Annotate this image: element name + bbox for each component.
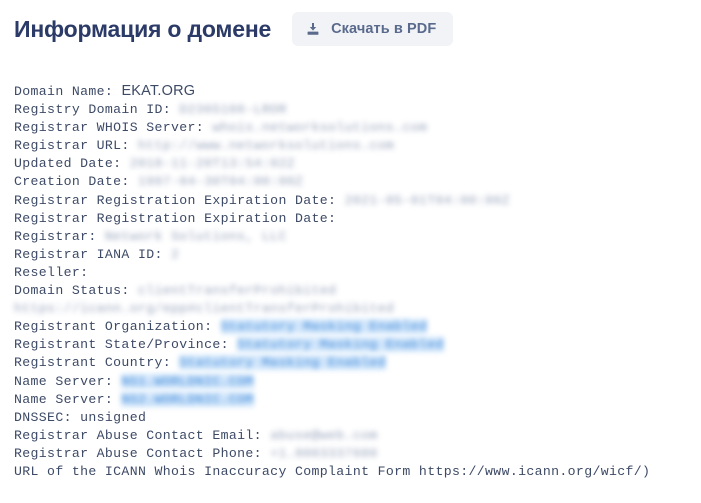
whois-line-value: 1997-04-30T04:00:00Z	[137, 174, 304, 190]
whois-line-label: Domain Name:	[14, 84, 114, 99]
whois-line: Registrar Registration Expiration Date: …	[14, 192, 690, 210]
whois-line-label: Updated Date:	[14, 156, 122, 172]
whois-line-label: Registrant Organization:	[14, 319, 213, 335]
whois-line: Registrar: Network Solutions, LLC	[14, 228, 690, 246]
whois-line-label: Registry Domain ID:	[14, 102, 172, 118]
whois-line: Registrar WHOIS Server: whois.networksol…	[14, 119, 690, 137]
whois-line-label: Name Server:	[14, 391, 114, 407]
whois-line-value: 2018-11-20T13:54:02Z	[129, 156, 295, 172]
whois-line: URL of the ICANN Whois Inaccuracy Compla…	[14, 463, 690, 481]
whois-line-label: Registrar Abuse Contact Phone:	[14, 445, 262, 461]
whois-line-label: Registrar Abuse Contact Email:	[14, 427, 262, 443]
whois-line-value[interactable]: NS2.WORLDNIC.COM	[121, 391, 254, 407]
whois-line-label: Domain Status:	[14, 283, 130, 299]
whois-line-label: DNSSEC:	[14, 409, 72, 425]
whois-line: DNSSEC: unsigned	[14, 409, 690, 427]
whois-line-label: Name Server:	[14, 373, 114, 389]
whois-line-label: Registrant Country:	[14, 355, 172, 371]
whois-line-label: Registrar WHOIS Server:	[14, 120, 205, 136]
download-pdf-button[interactable]: Скачать в PDF	[292, 12, 454, 46]
download-pdf-label: Скачать в PDF	[331, 21, 437, 37]
whois-line: Domain Name: EKAT.ORG	[14, 82, 690, 101]
whois-line: Creation Date: 1997-04-30T04:00:00Z	[14, 173, 690, 191]
whois-line-label: Registrar URL:	[14, 138, 130, 154]
whois-line: Registrant Organization: Statutory Maski…	[14, 318, 690, 336]
whois-line: Registry Domain ID: D2365166-LROR	[14, 101, 690, 119]
whois-line-label: Creation Date:	[14, 174, 130, 190]
whois-line: Registrar IANA ID: 2	[14, 246, 690, 264]
whois-line-label: URL of the ICANN Whois Inaccuracy Compla…	[14, 463, 651, 479]
page-header: Информация о домене Скачать в PDF	[0, 0, 701, 46]
whois-line-label: Registrar IANA ID:	[14, 246, 163, 262]
download-icon	[306, 22, 320, 36]
whois-line-value: 2021-05-01T04:00:00Z	[344, 192, 510, 208]
whois-line-value: http://www.networksolutions.com	[137, 138, 395, 154]
whois-line-value[interactable]: Statutory Masking Enabled	[179, 355, 386, 371]
whois-line: Name Server: NS1.WORLDNIC.COM	[14, 373, 690, 391]
whois-line-value[interactable]: Statutory Masking Enabled	[237, 337, 444, 353]
whois-line: Reseller:	[14, 264, 690, 282]
whois-line-value: EKAT.ORG	[121, 83, 196, 99]
whois-line: Registrar Registration Expiration Date:	[14, 210, 690, 228]
whois-line-label: Reseller:	[14, 264, 89, 280]
whois-line-value[interactable]: NS1.WORLDNIC.COM	[121, 373, 254, 389]
whois-line-label: Registrar Registration Expiration Date:	[14, 210, 337, 226]
page-title: Информация о домене	[14, 16, 272, 42]
whois-line: Registrar Abuse Contact Email: abuse@web…	[14, 427, 690, 445]
whois-line: Name Server: NS2.WORLDNIC.COM	[14, 391, 690, 409]
whois-line-value: abuse@web.com	[270, 427, 378, 443]
whois-line-value: Network Solutions, LLC	[104, 228, 287, 244]
whois-line: Registrant State/Province: Statutory Mas…	[14, 336, 690, 354]
whois-line-value: whois.networksolutions.com	[212, 120, 428, 136]
whois-line-value: D2365166-LROR	[179, 102, 287, 118]
whois-line: Domain Status: clientTransferProhibited …	[14, 282, 690, 318]
whois-line-label: Registrant State/Province:	[14, 337, 229, 353]
whois-line-value: +1.8003337680	[270, 445, 378, 461]
whois-line-value: unsigned	[80, 409, 147, 425]
whois-line-value: 2	[171, 246, 180, 262]
whois-line-value[interactable]: Statutory Masking Enabled	[220, 319, 428, 335]
whois-line: Registrar Abuse Contact Phone: +1.800333…	[14, 445, 690, 463]
whois-line-label: Registrar Registration Expiration Date:	[14, 192, 337, 208]
whois-record: Domain Name: EKAT.ORG Registry Domain ID:…	[0, 44, 690, 481]
whois-line-label: Registrar:	[14, 228, 97, 244]
whois-line: Registrar URL: http://www.networksolutio…	[14, 137, 690, 155]
whois-line: Registrant Country: Statutory Masking En…	[14, 354, 690, 372]
whois-line: Updated Date: 2018-11-20T13:54:02Z	[14, 155, 690, 173]
